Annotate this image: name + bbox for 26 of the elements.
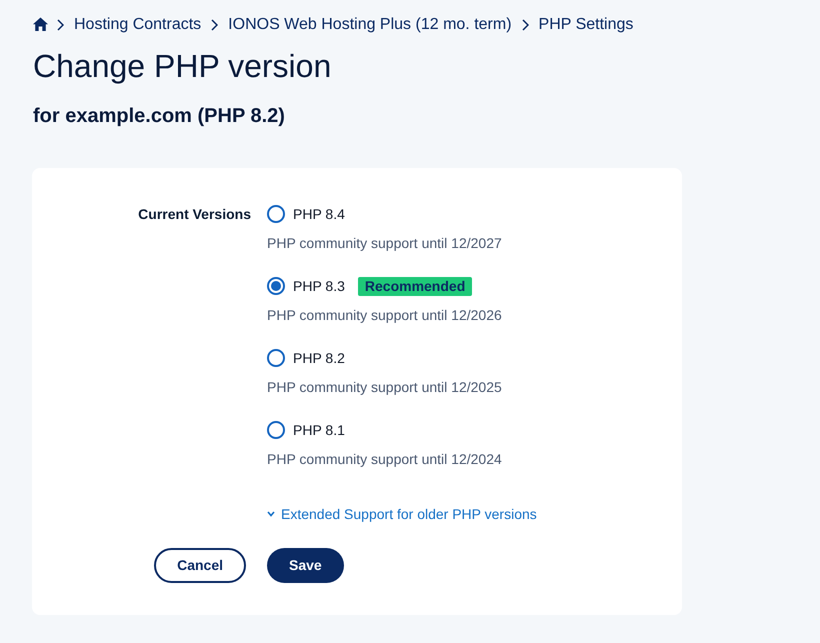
option-description: PHP community support until 12/2025 (267, 378, 502, 397)
breadcrumb-link[interactable]: IONOS Web Hosting Plus (12 mo. term) (228, 15, 512, 35)
extended-support-link[interactable]: Extended Support for older PHP versions (267, 504, 537, 524)
radio-button[interactable] (267, 205, 285, 223)
save-button[interactable]: Save (267, 548, 344, 583)
breadcrumb-link[interactable]: PHP Settings (538, 15, 634, 35)
recommended-badge: Recommended (358, 276, 472, 296)
radio-button[interactable] (267, 277, 285, 295)
option-label[interactable]: PHP 8.1 (293, 420, 345, 440)
field-label: Current Versions (138, 205, 251, 224)
page-subtitle: for example.com (PHP 8.2) (33, 104, 285, 128)
option-description: PHP community support until 12/2026 (267, 306, 502, 325)
radio-button[interactable] (267, 349, 285, 367)
breadcrumb-link[interactable]: Hosting Contracts (74, 15, 202, 35)
option-description: PHP community support until 12/2027 (267, 234, 502, 253)
radio-button[interactable] (267, 421, 285, 439)
option-label[interactable]: PHP 8.3 (293, 276, 345, 296)
cancel-button[interactable]: Cancel (154, 548, 246, 583)
home-icon[interactable] (33, 17, 48, 31)
option-label[interactable]: PHP 8.2 (293, 348, 345, 368)
option-description: PHP community support until 12/2024 (267, 450, 502, 469)
page-title: Change PHP version (33, 49, 332, 83)
chevron-right-icon (57, 19, 64, 31)
chevron-right-icon (211, 19, 218, 31)
option-label[interactable]: PHP 8.4 (293, 204, 345, 224)
chevron-right-icon (522, 19, 529, 31)
